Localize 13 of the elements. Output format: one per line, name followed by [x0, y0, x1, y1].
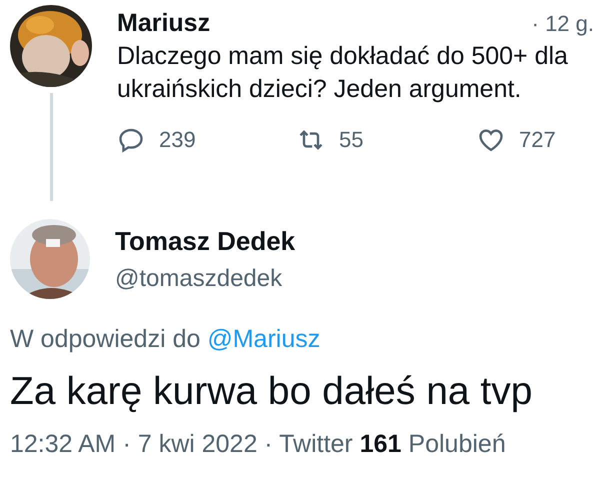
- replying-to-text: W odpowiedzi do @Mariusz: [9, 324, 322, 354]
- author-name[interactable]: Mariusz: [117, 9, 210, 38]
- tweet-text: Dlaczego mam się dokładać do 500+ dla ukraińskich dzieci? Jeden argument.: [117, 41, 569, 105]
- tweet-time[interactable]: · 12 g.: [532, 11, 594, 37]
- likes-link[interactable]: 161 Polubień: [360, 430, 506, 459]
- author-handle[interactable]: @tomaszdedek: [115, 264, 296, 292]
- action-count: 239: [159, 127, 196, 153]
- tweet-meta: 12:32 AM · 7 kwi 2022 · Twitter: [10, 430, 353, 459]
- action-count: 727: [519, 127, 556, 153]
- author-name[interactable]: Tomasz Dedek: [115, 226, 296, 256]
- reply-icon: [117, 126, 145, 154]
- action-count: 55: [339, 127, 364, 153]
- reply-text: Za karę kurwa bo dałeś na tvp: [9, 369, 534, 414]
